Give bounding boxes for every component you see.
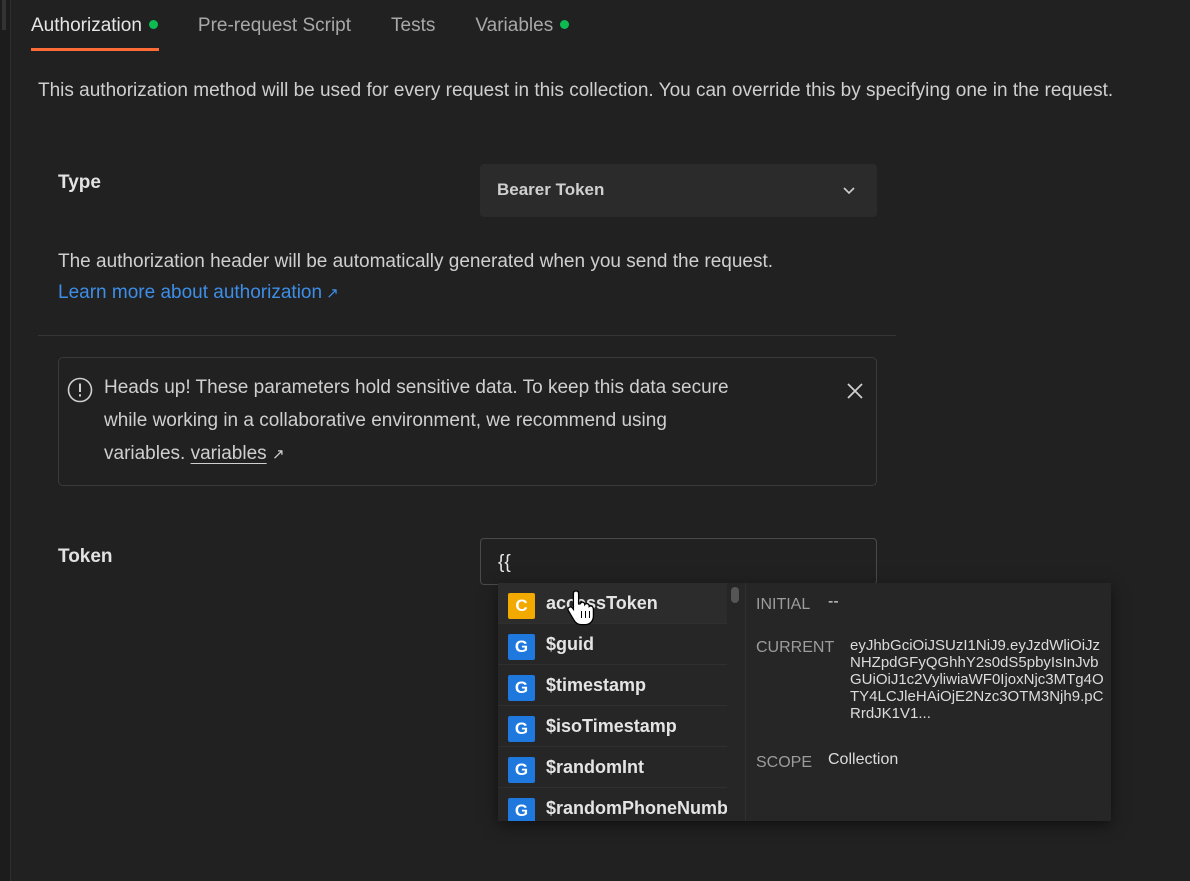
tab-bar: Authorization Pre-request Script Tests V…: [31, 0, 609, 54]
variable-name: $randomInt: [546, 757, 645, 777]
divider: [38, 335, 896, 336]
initial-label: INITIAL: [756, 596, 811, 613]
sidebar-handle: [2, 0, 6, 30]
tab-label: Authorization: [31, 15, 142, 36]
left-sidebar-edge: [0, 0, 11, 881]
token-input[interactable]: {{: [480, 538, 877, 585]
current-value: eyJhbGciOiJSUzI1NiJ9.eyJzdWliOiJzNHZpdGF…: [850, 637, 1104, 722]
auth-description: The authorization header will be automat…: [58, 246, 773, 309]
autocomplete-item[interactable]: CaccessToken: [498, 583, 727, 624]
external-link-icon: ↗: [271, 446, 285, 463]
variable-detail: INITIAL -- CURRENT eyJhbGciOiJSUzI1NiJ9.…: [756, 583, 1111, 821]
sensitive-data-alert: Heads up! These parameters hold sensitiv…: [58, 357, 877, 486]
alert-line: variables. variables ↗: [104, 437, 824, 471]
alert-line-prefix: variables.: [104, 443, 186, 464]
close-icon[interactable]: [844, 380, 866, 402]
initial-value: --: [828, 593, 839, 610]
autocomplete-item[interactable]: G $randomPhoneNumb: [498, 788, 727, 821]
tab-label: Variables: [475, 15, 554, 36]
global-badge: G: [508, 675, 535, 701]
current-label: CURRENT: [756, 639, 835, 656]
global-badge: G: [508, 716, 535, 742]
tab-label: Tests: [391, 15, 436, 36]
tab-authorization[interactable]: Authorization: [31, 0, 159, 54]
global-badge: G: [508, 634, 535, 660]
tab-tests[interactable]: Tests: [391, 0, 435, 54]
variables-link[interactable]: variables: [191, 443, 267, 464]
variable-name: $isoTimestamp: [546, 716, 677, 736]
scope-label: SCOPE: [756, 754, 813, 771]
variable-name: accessToken: [546, 593, 658, 613]
tab-label: Pre-request Script: [197, 15, 352, 36]
tab-variables[interactable]: Variables: [475, 0, 570, 54]
variable-name: $timestamp: [546, 675, 647, 695]
autocomplete-item[interactable]: G $timestamp: [498, 665, 727, 706]
autocomplete-item[interactable]: G $guid: [498, 624, 727, 665]
learn-more-label: Learn more about authorization: [58, 282, 323, 303]
global-badge: G: [508, 798, 535, 821]
token-label: Token: [58, 546, 113, 567]
auth-type-value: Bearer Token: [497, 180, 605, 199]
variable-name: $randomPhoneNumb: [546, 798, 727, 818]
chevron-down-icon: [843, 187, 855, 195]
learn-more-link[interactable]: Learn more about authorization ↗: [58, 277, 773, 309]
scrollbar[interactable]: [731, 587, 739, 603]
type-label: Type: [58, 172, 101, 193]
autocomplete-list: CaccessToken G $guid G $timestamp G $isoTim…: [498, 583, 727, 821]
autocomplete-item[interactable]: G $isoTimestamp: [498, 706, 727, 747]
intro-text: This authorization method will be used f…: [38, 80, 1114, 101]
info-icon: [67, 377, 93, 403]
divider: [745, 583, 746, 821]
auth-type-select[interactable]: Bearer Token: [480, 164, 877, 217]
variable-name: $guid: [546, 634, 594, 654]
status-dot: [560, 20, 570, 29]
autocomplete-item[interactable]: G $randomInt: [498, 747, 727, 788]
alert-line: Heads up! These parameters hold sensitiv…: [104, 377, 729, 398]
tab-pre-request-script[interactable]: Pre-request Script: [198, 0, 351, 54]
global-badge: G: [508, 757, 535, 783]
collection-badge: C: [508, 593, 535, 619]
scope-value: Collection: [828, 751, 899, 768]
description-text: The authorization header will be automat…: [58, 251, 774, 272]
hand-cursor-icon: [567, 590, 595, 626]
alert-line: while working in a collaborative environ…: [104, 410, 667, 431]
alert-text: Heads up! These parameters hold sensitiv…: [104, 371, 824, 471]
external-link-icon: ↗: [326, 285, 339, 302]
status-dot: [148, 20, 158, 29]
